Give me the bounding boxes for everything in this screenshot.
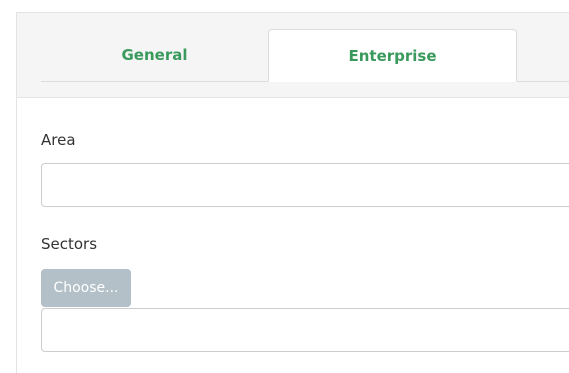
- sectors-input[interactable]: [41, 308, 569, 352]
- sectors-label: Sectors: [41, 235, 98, 253]
- area-label: Area: [41, 131, 76, 149]
- tab-general[interactable]: General: [41, 29, 268, 81]
- tab-enterprise[interactable]: Enterprise: [268, 29, 517, 82]
- area-input[interactable]: [41, 163, 569, 207]
- panel-header: General Enterprise: [17, 13, 569, 98]
- choose-sectors-button[interactable]: Choose...: [41, 269, 131, 307]
- tab-bar: General Enterprise: [41, 29, 569, 82]
- enterprise-form-panel: General Enterprise Area Sectors Choose..…: [16, 12, 569, 373]
